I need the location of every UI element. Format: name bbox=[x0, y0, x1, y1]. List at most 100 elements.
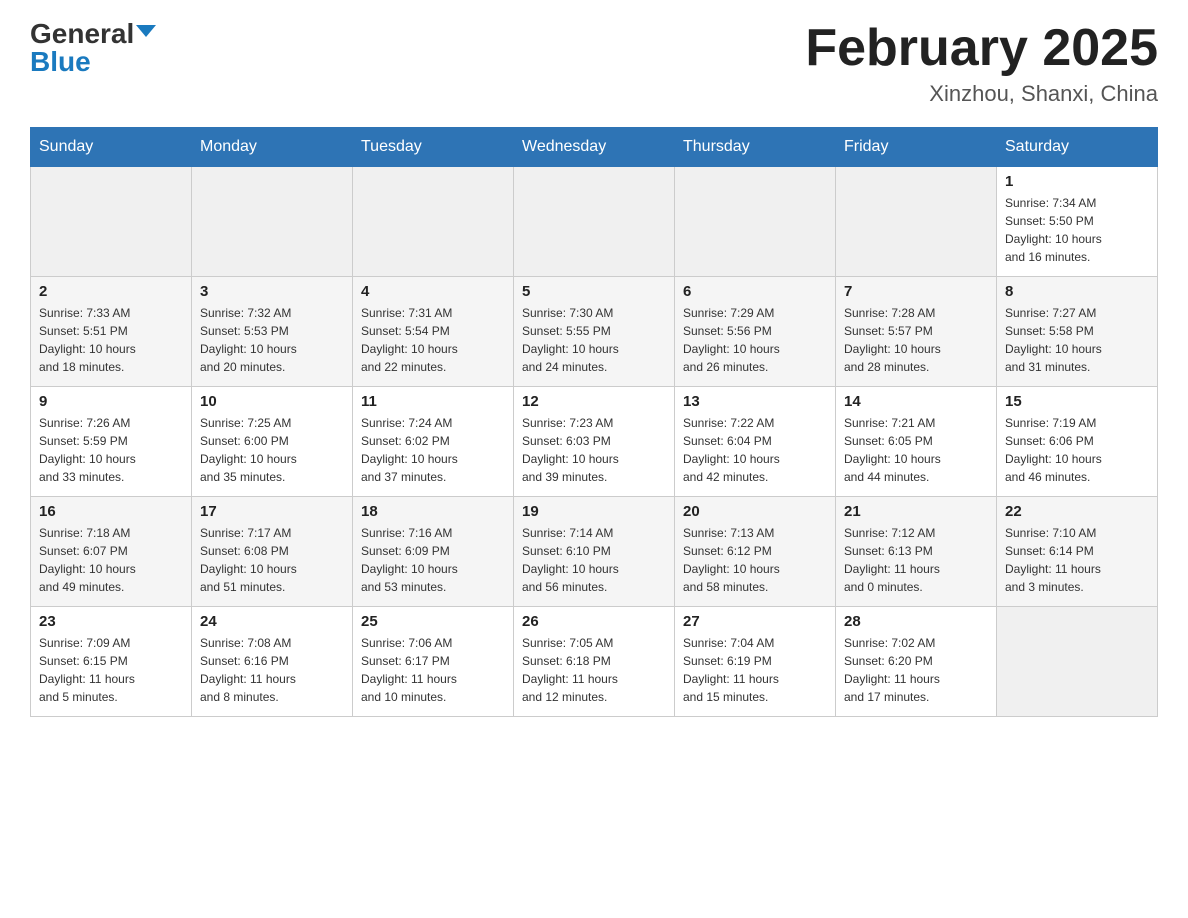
page-header: General Blue February 2025 Xinzhou, Shan… bbox=[30, 20, 1158, 107]
calendar-cell: 12 Sunrise: 7:23 AM Sunset: 6:03 PM Dayli… bbox=[514, 387, 675, 497]
calendar-cell: 10 Sunrise: 7:25 AM Sunset: 6:00 PM Dayli… bbox=[192, 387, 353, 497]
calendar-cell: 14Sunrise: 7:21 AM Sunset: 6:05 PM Dayli… bbox=[836, 387, 997, 497]
day-number: 12 bbox=[522, 393, 666, 410]
day-info: Sunrise: 7:30 AM Sunset: 5:55 PM Dayligh… bbox=[522, 304, 666, 376]
col-header-thursday: Thursday bbox=[675, 128, 836, 167]
day-number: 6 bbox=[683, 283, 827, 300]
col-header-sunday: Sunday bbox=[31, 128, 192, 167]
calendar-week-row: 2Sunrise: 7:33 AM Sunset: 5:51 PM Daylig… bbox=[31, 277, 1158, 387]
day-number: 20 bbox=[683, 503, 827, 520]
col-header-saturday: Saturday bbox=[997, 128, 1158, 167]
calendar-cell: 13 Sunrise: 7:22 AM Sunset: 6:04 PM Dayli… bbox=[675, 387, 836, 497]
day-number: 8 bbox=[1005, 283, 1149, 300]
day-info: Sunrise: 7:19 AM Sunset: 6:06 PM Dayligh… bbox=[1005, 414, 1149, 486]
calendar-cell: 25 Sunrise: 7:06 AM Sunset: 6:17 PM Dayli… bbox=[353, 607, 514, 717]
calendar-cell: 26 Sunrise: 7:05 AM Sunset: 6:18 PM Dayli… bbox=[514, 607, 675, 717]
col-header-monday: Monday bbox=[192, 128, 353, 167]
day-number: 3 bbox=[200, 283, 344, 300]
calendar-cell: 16Sunrise: 7:18 AM Sunset: 6:07 PM Dayli… bbox=[31, 497, 192, 607]
day-info: Sunrise: 7:04 AM Sunset: 6:19 PM Dayligh… bbox=[683, 634, 827, 706]
calendar-cell: 4 Sunrise: 7:31 AM Sunset: 5:54 PM Daylig… bbox=[353, 277, 514, 387]
calendar-cell bbox=[836, 167, 997, 277]
day-info: Sunrise: 7:27 AM Sunset: 5:58 PM Dayligh… bbox=[1005, 304, 1149, 376]
calendar-week-row: 9 Sunrise: 7:26 AM Sunset: 5:59 PM Daylig… bbox=[31, 387, 1158, 497]
calendar-cell: 15 Sunrise: 7:19 AM Sunset: 6:06 PM Dayli… bbox=[997, 387, 1158, 497]
calendar-cell: 8 Sunrise: 7:27 AM Sunset: 5:58 PM Daylig… bbox=[997, 277, 1158, 387]
day-number: 28 bbox=[844, 613, 988, 630]
day-info: Sunrise: 7:31 AM Sunset: 5:54 PM Dayligh… bbox=[361, 304, 505, 376]
day-number: 10 bbox=[200, 393, 344, 410]
calendar-table: SundayMondayTuesdayWednesdayThursdayFrid… bbox=[30, 127, 1158, 717]
day-info: Sunrise: 7:33 AM Sunset: 5:51 PM Dayligh… bbox=[39, 304, 183, 376]
calendar-cell: 7 Sunrise: 7:28 AM Sunset: 5:57 PM Daylig… bbox=[836, 277, 997, 387]
day-info: Sunrise: 7:34 AM Sunset: 5:50 PM Dayligh… bbox=[1005, 194, 1149, 266]
calendar-cell: 6 Sunrise: 7:29 AM Sunset: 5:56 PM Daylig… bbox=[675, 277, 836, 387]
calendar-cell bbox=[31, 167, 192, 277]
day-info: Sunrise: 7:06 AM Sunset: 6:17 PM Dayligh… bbox=[361, 634, 505, 706]
day-number: 21 bbox=[844, 503, 988, 520]
day-info: Sunrise: 7:14 AM Sunset: 6:10 PM Dayligh… bbox=[522, 524, 666, 596]
day-info: Sunrise: 7:13 AM Sunset: 6:12 PM Dayligh… bbox=[683, 524, 827, 596]
calendar-week-row: 16Sunrise: 7:18 AM Sunset: 6:07 PM Dayli… bbox=[31, 497, 1158, 607]
day-info: Sunrise: 7:25 AM Sunset: 6:00 PM Dayligh… bbox=[200, 414, 344, 486]
calendar-cell: 28Sunrise: 7:02 AM Sunset: 6:20 PM Dayli… bbox=[836, 607, 997, 717]
logo-arrow-icon bbox=[136, 25, 156, 37]
calendar-cell: 17Sunrise: 7:17 AM Sunset: 6:08 PM Dayli… bbox=[192, 497, 353, 607]
day-number: 13 bbox=[683, 393, 827, 410]
day-info: Sunrise: 7:08 AM Sunset: 6:16 PM Dayligh… bbox=[200, 634, 344, 706]
day-number: 4 bbox=[361, 283, 505, 300]
day-info: Sunrise: 7:16 AM Sunset: 6:09 PM Dayligh… bbox=[361, 524, 505, 596]
day-info: Sunrise: 7:17 AM Sunset: 6:08 PM Dayligh… bbox=[200, 524, 344, 596]
calendar-cell: 9 Sunrise: 7:26 AM Sunset: 5:59 PM Daylig… bbox=[31, 387, 192, 497]
day-number: 5 bbox=[522, 283, 666, 300]
day-number: 11 bbox=[361, 393, 505, 410]
calendar-week-row: 1 Sunrise: 7:34 AM Sunset: 5:50 PM Daylig… bbox=[31, 167, 1158, 277]
calendar-week-row: 23Sunrise: 7:09 AM Sunset: 6:15 PM Dayli… bbox=[31, 607, 1158, 717]
calendar-cell bbox=[675, 167, 836, 277]
day-info: Sunrise: 7:32 AM Sunset: 5:53 PM Dayligh… bbox=[200, 304, 344, 376]
calendar-cell: 19Sunrise: 7:14 AM Sunset: 6:10 PM Dayli… bbox=[514, 497, 675, 607]
day-info: Sunrise: 7:21 AM Sunset: 6:05 PM Dayligh… bbox=[844, 414, 988, 486]
day-info: Sunrise: 7:28 AM Sunset: 5:57 PM Dayligh… bbox=[844, 304, 988, 376]
calendar-cell bbox=[514, 167, 675, 277]
calendar-cell: 23Sunrise: 7:09 AM Sunset: 6:15 PM Dayli… bbox=[31, 607, 192, 717]
calendar-cell: 24 Sunrise: 7:08 AM Sunset: 6:16 PM Dayli… bbox=[192, 607, 353, 717]
title-block: February 2025 Xinzhou, Shanxi, China bbox=[805, 20, 1158, 107]
col-header-wednesday: Wednesday bbox=[514, 128, 675, 167]
calendar-cell: 2Sunrise: 7:33 AM Sunset: 5:51 PM Daylig… bbox=[31, 277, 192, 387]
calendar-cell bbox=[192, 167, 353, 277]
day-number: 9 bbox=[39, 393, 183, 410]
day-number: 22 bbox=[1005, 503, 1149, 520]
day-info: Sunrise: 7:24 AM Sunset: 6:02 PM Dayligh… bbox=[361, 414, 505, 486]
day-number: 18 bbox=[361, 503, 505, 520]
col-header-tuesday: Tuesday bbox=[353, 128, 514, 167]
logo: General Blue bbox=[30, 20, 156, 76]
month-title: February 2025 bbox=[805, 20, 1158, 77]
day-info: Sunrise: 7:22 AM Sunset: 6:04 PM Dayligh… bbox=[683, 414, 827, 486]
day-number: 16 bbox=[39, 503, 183, 520]
day-info: Sunrise: 7:05 AM Sunset: 6:18 PM Dayligh… bbox=[522, 634, 666, 706]
day-info: Sunrise: 7:10 AM Sunset: 6:14 PM Dayligh… bbox=[1005, 524, 1149, 596]
calendar-cell: 11 Sunrise: 7:24 AM Sunset: 6:02 PM Dayli… bbox=[353, 387, 514, 497]
day-number: 15 bbox=[1005, 393, 1149, 410]
day-number: 1 bbox=[1005, 173, 1149, 190]
day-number: 26 bbox=[522, 613, 666, 630]
calendar-cell: 3 Sunrise: 7:32 AM Sunset: 5:53 PM Daylig… bbox=[192, 277, 353, 387]
calendar-cell: 1 Sunrise: 7:34 AM Sunset: 5:50 PM Daylig… bbox=[997, 167, 1158, 277]
logo-general-text: General bbox=[30, 20, 134, 48]
calendar-cell: 27 Sunrise: 7:04 AM Sunset: 6:19 PM Dayli… bbox=[675, 607, 836, 717]
calendar-header-row: SundayMondayTuesdayWednesdayThursdayFrid… bbox=[31, 128, 1158, 167]
col-header-friday: Friday bbox=[836, 128, 997, 167]
calendar-cell: 21Sunrise: 7:12 AM Sunset: 6:13 PM Dayli… bbox=[836, 497, 997, 607]
day-number: 7 bbox=[844, 283, 988, 300]
calendar-cell bbox=[997, 607, 1158, 717]
day-number: 24 bbox=[200, 613, 344, 630]
calendar-cell bbox=[353, 167, 514, 277]
day-info: Sunrise: 7:29 AM Sunset: 5:56 PM Dayligh… bbox=[683, 304, 827, 376]
calendar-cell: 18 Sunrise: 7:16 AM Sunset: 6:09 PM Dayli… bbox=[353, 497, 514, 607]
day-info: Sunrise: 7:23 AM Sunset: 6:03 PM Dayligh… bbox=[522, 414, 666, 486]
day-info: Sunrise: 7:26 AM Sunset: 5:59 PM Dayligh… bbox=[39, 414, 183, 486]
day-number: 27 bbox=[683, 613, 827, 630]
calendar-cell: 20 Sunrise: 7:13 AM Sunset: 6:12 PM Dayli… bbox=[675, 497, 836, 607]
day-number: 25 bbox=[361, 613, 505, 630]
